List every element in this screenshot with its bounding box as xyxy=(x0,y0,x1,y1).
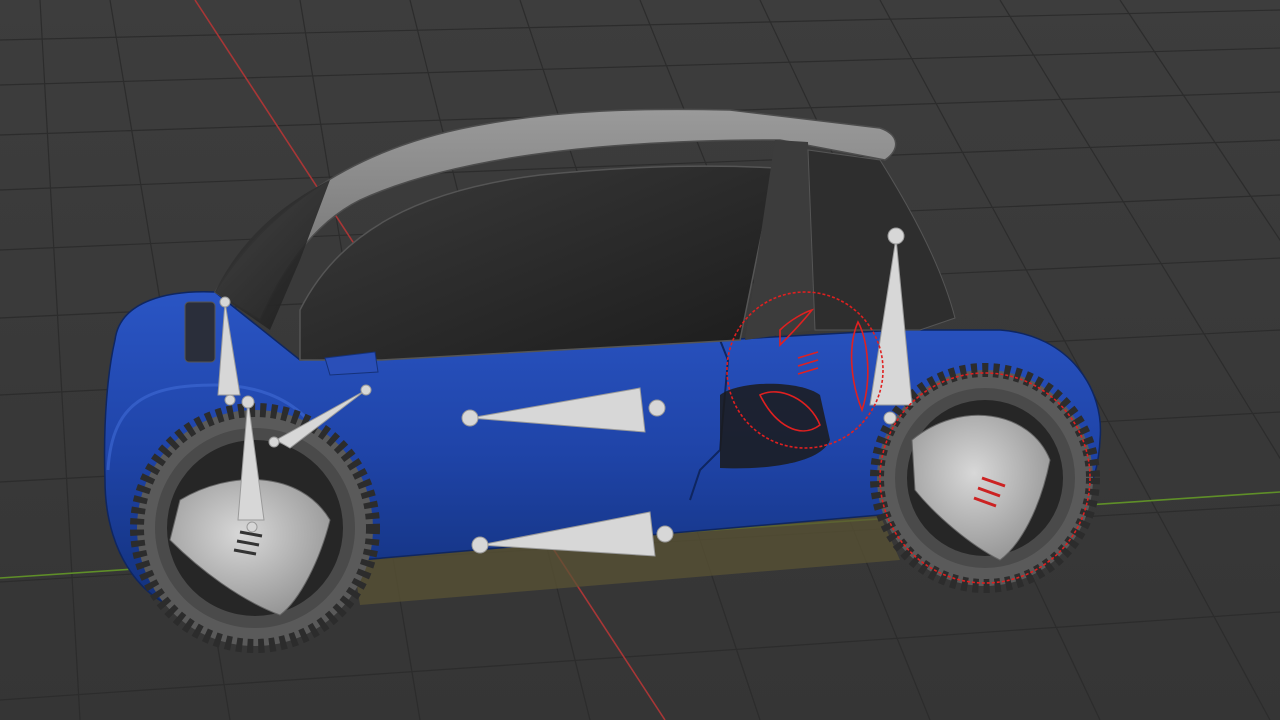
headlight xyxy=(184,301,216,363)
3d-viewport[interactable] xyxy=(0,0,1280,720)
viewport-canvas[interactable] xyxy=(0,0,1280,720)
